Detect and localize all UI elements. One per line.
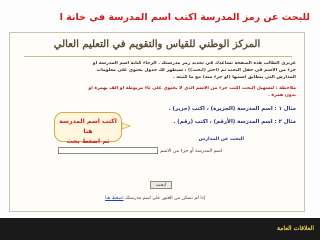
example-2: مثال ٢ : اسم المدرسة (الأرقم) ، اكتب (رق…	[173, 119, 296, 125]
search-form-legend: البحث عن المدارس	[198, 137, 244, 142]
org-header: المركز الوطني للقياس والتقويم في التعليم…	[53, 39, 261, 50]
example-1: مثال ١ : اسم المدرسة (الجزيرة) ، اكتب (ج…	[168, 106, 296, 112]
brand-logo: العلاقات العامة	[276, 225, 314, 232]
slide: للبحث عن رمز المدرسة اكتب اسم المدرسة في…	[0, 0, 320, 240]
note-line-1: ملاحظة : لتسهيل البحث اكتب جزء من الاسم …	[88, 86, 296, 91]
footer-note-text: إذا لم تتمكن من العثور على اسم مدرستك	[124, 196, 205, 201]
search-label: اسم المدرسة أو جزء من الاسم	[160, 149, 223, 154]
search-button[interactable]: ابحث	[150, 181, 172, 189]
footer-help-link[interactable]: اضغط هنا	[105, 196, 123, 201]
instruction-line-1: عزيزي الطالب هذه الصفحة تساعدك في تحديد …	[92, 61, 296, 66]
instruction-line-2: جزء من الاسم في حقل البحث ثم (اختر (ابحث…	[96, 68, 297, 73]
callout-line-2: ثم اضغط بحث	[66, 138, 110, 145]
note-line-2: بدون همزة .	[268, 93, 296, 98]
slide-title: للبحث عن رمز المدرسة اكتب اسم المدرسة في…	[60, 12, 310, 23]
footer-note: إذا لم تتمكن من العثور على اسم مدرستك اض…	[80, 196, 230, 201]
school-search-input[interactable]	[58, 147, 158, 154]
callout-arrow-icon	[122, 122, 132, 130]
header-divider	[24, 56, 292, 57]
brand-footer-bar: العلاقات العامة	[0, 218, 320, 240]
callout-bubble: اكتب اسم المدرسة هنا ثم اضغط بحث	[54, 112, 122, 145]
instruction-line-3: المدارس التي يتطابق اسمها (أو جزء منه) م…	[172, 75, 296, 80]
callout-line-1: اكتب اسم المدرسة هنا	[59, 118, 117, 135]
